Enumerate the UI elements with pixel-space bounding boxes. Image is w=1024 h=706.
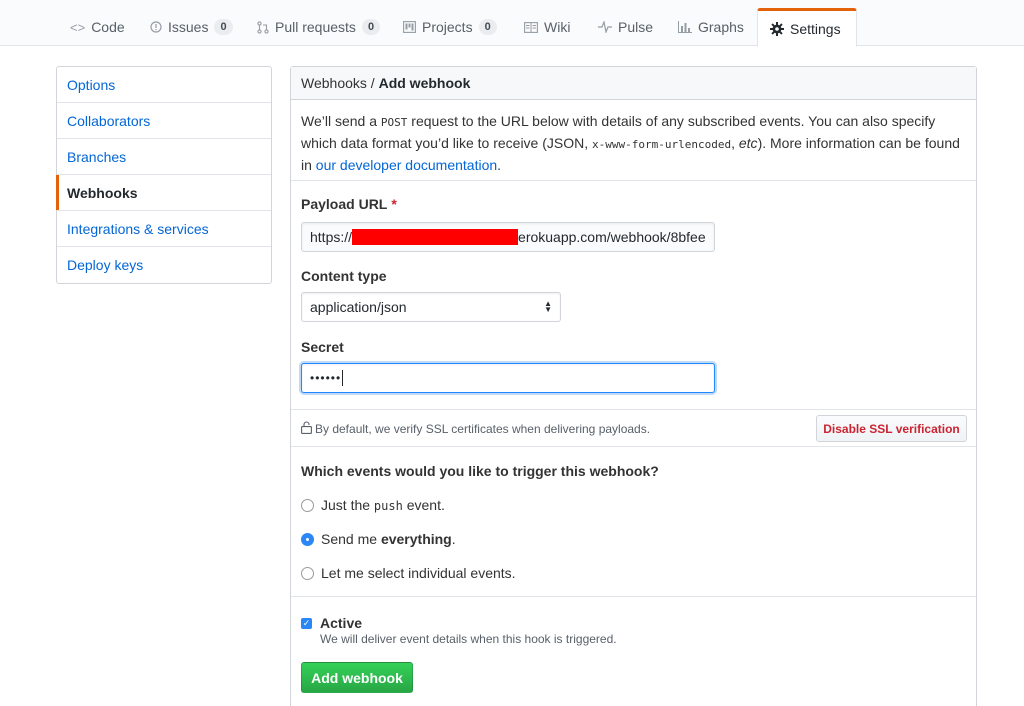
- secret-value: ••••••: [310, 371, 342, 385]
- active-checkbox[interactable]: ✓: [301, 617, 312, 629]
- book-icon: [524, 21, 538, 33]
- tab-label: Code: [91, 19, 125, 35]
- radio-button[interactable]: [301, 566, 314, 580]
- breadcrumb-separator: /: [366, 75, 379, 91]
- payload-url-label: Payload URL *: [301, 196, 397, 212]
- ssl-row: By default, we verify SSL certificates w…: [291, 411, 976, 447]
- tab-wiki[interactable]: Wiki: [512, 8, 582, 46]
- intro-part: .: [497, 157, 502, 173]
- radio-label: Send me everything.: [321, 531, 456, 547]
- redaction-bar: [352, 229, 519, 245]
- push-code: push: [373, 499, 403, 513]
- payload-url-prefix: https://: [310, 229, 353, 245]
- tab-pulse[interactable]: Pulse: [586, 8, 665, 46]
- etc-text: etc: [738, 135, 758, 151]
- content-type-value: application/json: [310, 299, 407, 315]
- secret-input[interactable]: ••••••: [301, 363, 715, 393]
- payload-url-suffix: erokuapp.com/webhook/8bfee: [518, 229, 706, 245]
- tab-issues[interactable]: Issues 0: [138, 8, 245, 46]
- active-checkbox-row[interactable]: ✓ Active: [301, 615, 362, 631]
- radio-select-individual[interactable]: Let me select individual events.: [301, 565, 516, 581]
- radio-text: .: [451, 531, 456, 547]
- tab-code[interactable]: <> Code: [58, 8, 137, 46]
- radio-button-selected[interactable]: [301, 532, 314, 546]
- ssl-note-text: By default, we verify SSL certificates w…: [315, 422, 651, 436]
- counter-badge: 0: [214, 19, 233, 35]
- ssl-note: By default, we verify SSL certificates w…: [301, 421, 650, 437]
- menu-item-label: Webhooks: [67, 184, 138, 201]
- divider: [291, 596, 976, 597]
- counter-badge: 0: [478, 19, 497, 35]
- encoding-code: x-www-form-urlencoded: [592, 138, 732, 151]
- radio-label: Let me select individual events.: [321, 565, 516, 581]
- radio-everything[interactable]: Send me everything.: [301, 531, 456, 547]
- tab-projects[interactable]: Projects 0: [391, 8, 509, 46]
- payload-url-label-text: Payload URL: [301, 196, 388, 212]
- code-icon: <>: [70, 19, 86, 35]
- payload-url-input[interactable]: https:// erokuapp.com/webhook/8bfee: [301, 222, 715, 252]
- select-arrows-icon: ▲ ▼: [544, 299, 552, 314]
- divider: [291, 409, 976, 410]
- menu-item-label: Options: [67, 76, 116, 93]
- radio-text-bold: everything: [380, 531, 452, 547]
- radio-text: Send me: [321, 531, 381, 547]
- intro-text: We’ll send a POST request to the URL bel…: [301, 111, 971, 175]
- content-type-select[interactable]: application/json ▲ ▼: [301, 292, 561, 322]
- menu-item-label: Branches: [67, 148, 127, 165]
- pull-request-icon: [257, 20, 269, 34]
- active-label: Active: [320, 615, 363, 631]
- lock-icon: [301, 421, 312, 437]
- intro-part: We’ll send a: [301, 113, 381, 129]
- tab-settings[interactable]: Settings: [757, 8, 857, 47]
- menu-item-branches[interactable]: Branches: [57, 139, 271, 175]
- divider: [291, 180, 976, 181]
- developer-docs-link[interactable]: our developer documentation: [316, 157, 497, 173]
- radio-text: Just the: [321, 497, 374, 513]
- tab-label: Pull requests: [275, 19, 356, 35]
- events-question: Which events would you like to trigger t…: [301, 463, 659, 479]
- graph-icon: [678, 21, 692, 33]
- active-note: We will deliver event details when this …: [320, 632, 617, 646]
- breadcrumb-webhooks[interactable]: Webhooks: [301, 75, 367, 91]
- radio-label: Just the push event.: [321, 497, 445, 513]
- tab-label: Wiki: [544, 19, 571, 35]
- counter-badge: 0: [361, 19, 381, 35]
- tab-label: Graphs: [698, 19, 744, 35]
- menu-item-label: Integrations & services: [67, 220, 209, 237]
- menu-item-collaborators[interactable]: Collaborators: [57, 103, 271, 139]
- radio-button[interactable]: [301, 498, 314, 512]
- required-mark: *: [391, 196, 397, 212]
- disable-ssl-button[interactable]: Disable SSL verification: [816, 415, 967, 442]
- gear-icon: [770, 21, 784, 36]
- tab-label: Settings: [790, 20, 841, 37]
- tab-pull-requests[interactable]: Pull requests 0: [245, 8, 392, 46]
- pulse-icon: [598, 21, 612, 33]
- project-icon: [403, 21, 416, 33]
- page-title: Add webhook: [378, 75, 471, 91]
- menu-item-webhooks[interactable]: Webhooks: [56, 175, 271, 211]
- breadcrumb: Webhooks / Add webhook: [291, 67, 976, 100]
- text-caret: [342, 370, 344, 386]
- radio-push-event[interactable]: Just the push event.: [301, 497, 445, 513]
- tab-label: Pulse: [618, 19, 654, 35]
- secret-label: Secret: [301, 339, 344, 355]
- intro-part: ,: [731, 135, 739, 151]
- issue-icon: [150, 21, 162, 33]
- tab-label: Projects: [422, 19, 473, 35]
- settings-menu: Options Collaborators Branches Webhooks …: [56, 66, 272, 284]
- repo-nav: <> Code Issues 0 Pull requests 0 Project…: [0, 0, 1024, 47]
- tab-label: Issues: [168, 19, 209, 35]
- menu-item-options[interactable]: Options: [57, 67, 271, 103]
- radio-text: event.: [402, 497, 445, 513]
- menu-item-label: Deploy keys: [67, 257, 144, 273]
- content-type-label: Content type: [301, 268, 387, 284]
- menu-item-deploy-keys[interactable]: Deploy keys: [57, 247, 271, 283]
- add-webhook-panel: Webhooks / Add webhook We’ll send a POST…: [290, 66, 977, 706]
- method-code: POST: [380, 116, 408, 129]
- menu-item-integrations[interactable]: Integrations & services: [57, 211, 271, 247]
- divider: [291, 446, 976, 447]
- add-webhook-button[interactable]: Add webhook: [301, 662, 413, 693]
- menu-item-label: Collaborators: [67, 112, 151, 129]
- tab-graphs[interactable]: Graphs: [666, 8, 756, 46]
